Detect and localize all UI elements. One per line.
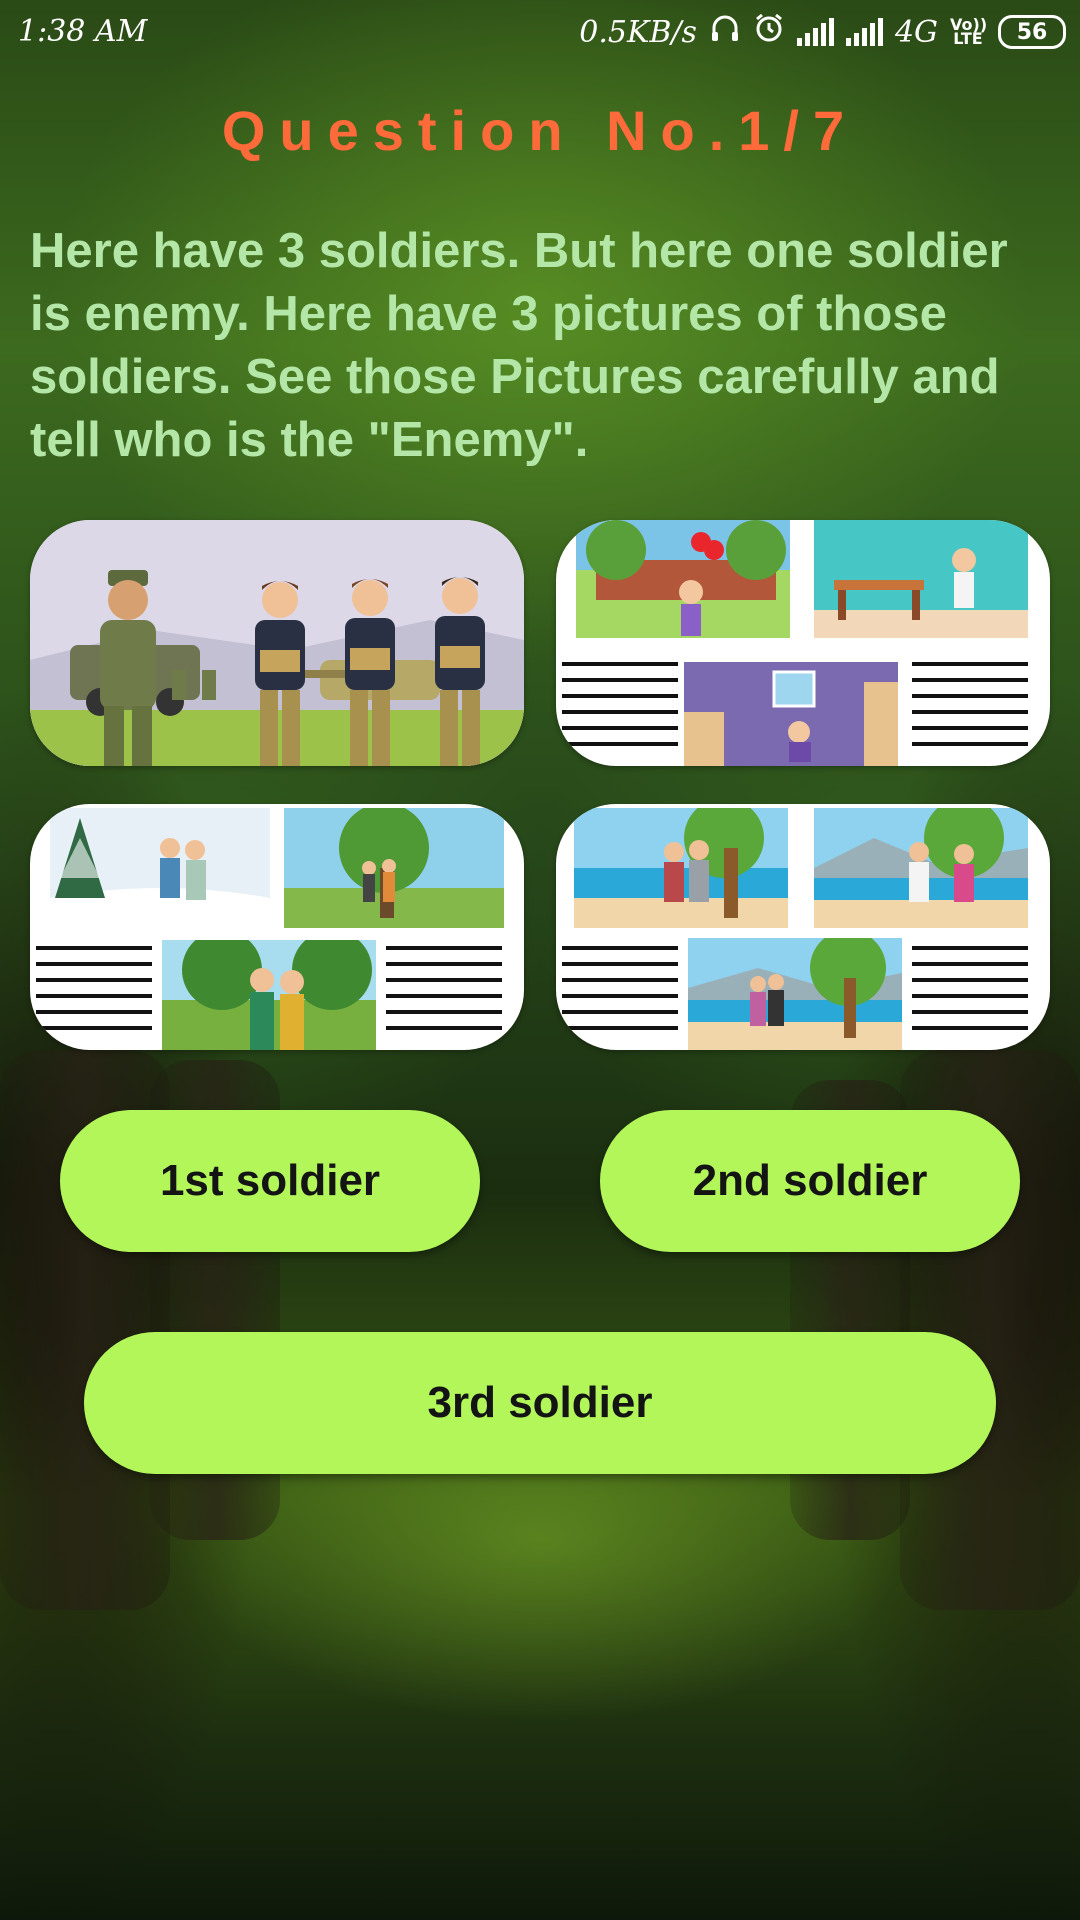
network-speed: 0.5KB/s <box>579 14 697 50</box>
newspaper-lines-right <box>912 946 1028 1042</box>
couple-walking-picture <box>688 938 902 1050</box>
first-soldier-memories-picture <box>556 520 1050 766</box>
girl-at-school-picture <box>814 520 1028 638</box>
girl-with-balloons-picture <box>576 520 790 638</box>
couple-smiling-picture <box>162 940 376 1050</box>
network-type: 4G <box>894 14 938 50</box>
newspaper-lines-left <box>562 946 678 1042</box>
headphones-icon <box>709 12 741 52</box>
answer-2nd-soldier-button[interactable]: 2nd soldier <box>600 1110 1020 1252</box>
newspaper-lines-right <box>386 946 502 1042</box>
signal-icon <box>845 18 883 46</box>
second-soldier-memories-picture <box>30 804 524 1050</box>
soldiers-illustration <box>30 520 524 766</box>
couple-in-snow-picture <box>50 808 270 928</box>
couple-at-beach-picture <box>574 808 788 928</box>
newspaper-lines-right <box>912 662 1028 758</box>
newspaper-lines-left <box>36 946 152 1042</box>
girl-playing-picture <box>684 662 898 766</box>
third-soldier-memories-picture <box>556 804 1050 1050</box>
newspaper-lines-left <box>562 662 678 758</box>
question-number: Question No.1/7 <box>221 99 859 162</box>
question-text: Here have 3 soldiers. But here one soldi… <box>30 224 1008 467</box>
soldiers-group-picture <box>30 520 524 766</box>
battery-icon: 56 <box>998 15 1066 49</box>
couple-at-lake-picture <box>814 808 1028 928</box>
answer-3rd-soldier-button[interactable]: 3rd soldier <box>84 1332 996 1474</box>
couple-at-forest-picture <box>284 808 504 928</box>
status-bar: 1:38 AM 0.5KB/s 4G Vo)) LTE 56 <box>0 0 1080 70</box>
answer-1st-soldier-button[interactable]: 1st soldier <box>60 1110 480 1252</box>
status-icons: 0.5KB/s 4G Vo)) LTE 56 <box>579 12 1066 52</box>
volte-icon: Vo)) LTE <box>950 15 988 48</box>
alarm-icon <box>753 12 785 52</box>
signal-icon <box>796 18 834 46</box>
status-time: 1:38 AM <box>18 14 148 49</box>
